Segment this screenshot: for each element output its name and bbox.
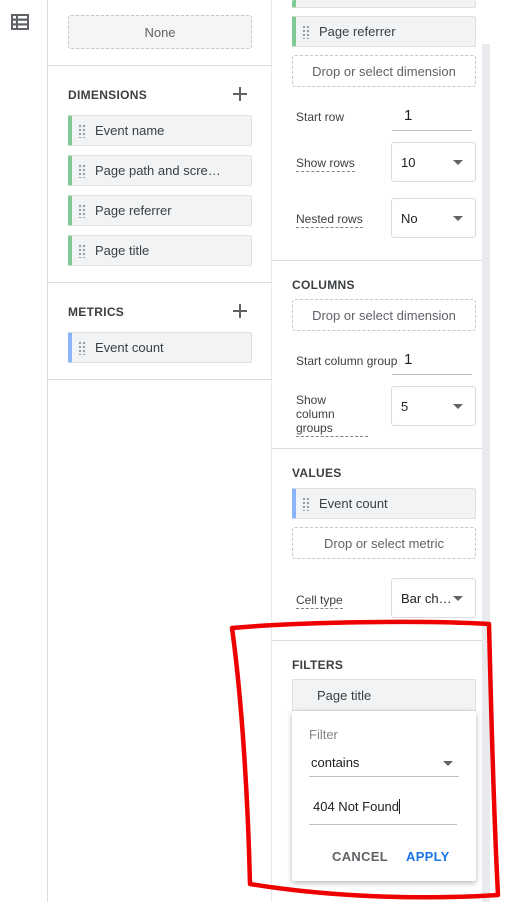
scrollbar[interactable] [482, 44, 490, 902]
metric-chip[interactable]: Event count [68, 332, 252, 363]
cell-type-value: Bar ch… [401, 590, 452, 606]
divider [48, 65, 272, 66]
values-title: VALUES [292, 466, 342, 480]
show-column-groups-select[interactable]: 5 [391, 386, 476, 426]
show-column-groups-label-line2: groups [296, 421, 333, 435]
values-drop-metric[interactable]: Drop or select metric [292, 527, 476, 559]
values-metric-chip[interactable]: Event count [292, 488, 476, 519]
nested-rows-label: Nested rows [296, 212, 363, 228]
cancel-button[interactable]: CANCEL [332, 849, 388, 864]
dimension-chip[interactable]: Page path and scre… [68, 155, 252, 186]
filter-match-type-value: contains [311, 755, 360, 770]
caret-down-icon [453, 160, 463, 165]
show-rows-value: 10 [401, 154, 416, 170]
drag-handle-icon[interactable] [78, 203, 86, 218]
rows-dimension-chip[interactable]: Page referrer [292, 16, 476, 47]
none-box[interactable]: None [68, 15, 252, 49]
nested-rows-value: No [401, 210, 418, 226]
filter-popup: Filter contains 404 Not Found CANCEL APP… [292, 711, 476, 881]
metric-chip-label: Event count [95, 340, 164, 355]
add-dimension-plus-icon[interactable] [233, 87, 247, 101]
apply-button[interactable]: APPLY [406, 849, 450, 864]
divider [272, 260, 482, 261]
caret-down-icon [443, 761, 453, 766]
caret-down-icon [453, 596, 463, 601]
dimension-chip-label: Page path and scre… [95, 163, 221, 178]
metrics-title: METRICS [68, 305, 125, 319]
filter-value-input[interactable]: 404 Not Found [309, 799, 457, 825]
caret-down-icon [453, 404, 463, 409]
caret-down-icon [453, 216, 463, 221]
show-rows-label: Show rows [296, 156, 355, 172]
filter-match-type-select[interactable]: contains [309, 755, 459, 777]
divider [48, 282, 272, 283]
filter-chip[interactable]: Page title [292, 679, 476, 711]
divider [272, 448, 482, 449]
filters-title: FILTERS [292, 658, 344, 672]
dimension-chip-label: Page referrer [95, 203, 172, 218]
filter-value-text: 404 Not Found [313, 799, 400, 814]
drag-handle-icon[interactable] [302, 24, 310, 39]
dimension-chip[interactable]: Event name [68, 115, 252, 146]
dimension-chip[interactable]: Page title [68, 235, 252, 266]
dimension-chip[interactable]: Page referrer [68, 195, 252, 226]
show-column-groups-label-line1: Show column [296, 393, 335, 421]
divider [48, 379, 272, 380]
start-column-group-input[interactable]: 1 [392, 351, 472, 375]
cell-type-label: Cell type [296, 593, 343, 609]
rows-drop-dimension[interactable]: Drop or select dimension [292, 55, 476, 87]
columns-title: COLUMNS [292, 278, 355, 292]
start-row-label: Start row [296, 110, 345, 124]
drag-handle-icon[interactable] [78, 340, 86, 355]
values-chip-label: Event count [319, 496, 388, 511]
drag-handle-icon[interactable] [78, 243, 86, 258]
divider [272, 640, 482, 641]
show-column-groups-value: 5 [401, 398, 409, 414]
dimensions-title: DIMENSIONS [68, 88, 148, 102]
left-rail [0, 0, 48, 902]
dimension-chip-label: Event name [95, 123, 165, 138]
filter-popup-label: Filter [309, 727, 338, 742]
start-column-group-label: Start column group [296, 354, 398, 368]
drag-handle-icon[interactable] [78, 163, 86, 178]
columns-drop-dimension[interactable]: Drop or select dimension [292, 299, 476, 331]
rows-chip-label: Page referrer [319, 24, 396, 39]
dimension-chip-label: Page title [95, 243, 150, 258]
table-icon[interactable] [11, 14, 29, 30]
drag-handle-icon[interactable] [78, 123, 86, 138]
show-column-groups-label: Show column groups [296, 393, 368, 437]
add-metric-plus-icon[interactable] [233, 304, 247, 318]
start-row-input[interactable]: 1 [392, 107, 472, 131]
cell-type-select[interactable]: Bar ch… [391, 578, 476, 618]
text-cursor [399, 799, 401, 814]
drag-handle-icon[interactable] [302, 496, 310, 511]
show-rows-select[interactable]: 10 [391, 142, 476, 182]
nested-rows-select[interactable]: No [391, 198, 476, 238]
dimension-chip-partial[interactable] [292, 0, 476, 8]
